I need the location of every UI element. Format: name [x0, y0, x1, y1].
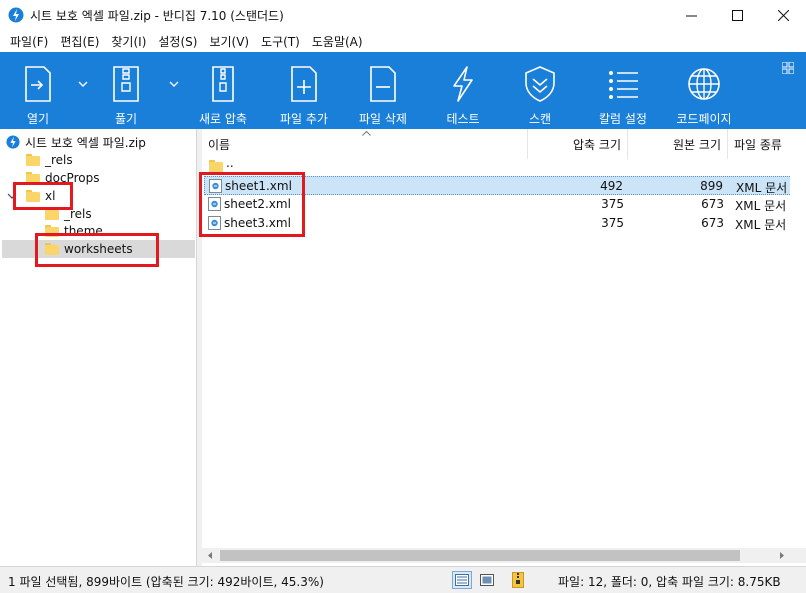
- close-icon: [777, 9, 789, 21]
- archive-info-button[interactable]: [508, 571, 528, 589]
- file-compressed-size: 375: [601, 197, 624, 211]
- list-columns-icon: [609, 71, 638, 99]
- horizontal-scrollbar[interactable]: [202, 548, 790, 563]
- selection-status: 1 파일 선택됨, 899바이트 (압축된 크기: 492바이트, 45.3%): [8, 575, 324, 589]
- zip-file-icon: [512, 572, 524, 588]
- file-type: XML 문서: [735, 199, 787, 213]
- menu-view[interactable]: 보기(V): [203, 33, 255, 50]
- scroll-right-icon[interactable]: [777, 551, 786, 560]
- close-button[interactable]: [760, 0, 806, 30]
- open-archive-icon: [25, 66, 51, 102]
- extract-button[interactable]: 풀기: [104, 52, 148, 129]
- add-file-label: 파일 추가: [280, 112, 328, 126]
- scroll-left-icon[interactable]: [206, 551, 215, 560]
- chevron-down-icon[interactable]: [78, 80, 88, 88]
- file-type: XML 문서: [735, 218, 787, 232]
- delete-file-button[interactable]: 파일 삭제: [353, 52, 413, 129]
- toolbar: 열기 풀기 새로 압축 파일 추가 파일 삭제 테스트 스캔 칼럼 설정 코드페…: [0, 52, 806, 129]
- details-view-button[interactable]: [452, 571, 472, 589]
- test-label: 테스트: [446, 112, 480, 126]
- list-view-icon: [455, 574, 469, 586]
- delete-file-icon: [370, 66, 396, 102]
- minimize-icon: [685, 15, 697, 16]
- globe-icon: [688, 68, 720, 100]
- file-original-size: 673: [701, 216, 724, 230]
- title-bar: 시트 보호 엑셀 파일.zip - 반디집 7.10 (스탠더드): [0, 0, 806, 30]
- add-file-icon: [291, 66, 317, 102]
- archive-status: 파일: 12, 폴더: 0, 압축 파일 크기: 8.75KB: [558, 575, 781, 589]
- thumbnail-view-button[interactable]: [477, 571, 497, 589]
- view-grid-icon[interactable]: [782, 62, 794, 74]
- column-header-type[interactable]: 파일 종류: [728, 129, 790, 159]
- codepage-button[interactable]: 코드페이지: [672, 52, 736, 129]
- scan-button[interactable]: 스캔: [518, 52, 562, 129]
- tree-root-label: 시트 보호 엑셀 파일.zip: [25, 135, 146, 150]
- menu-tools[interactable]: 도구(T): [255, 33, 306, 50]
- scan-label: 스캔: [528, 112, 552, 126]
- new-archive-icon: [212, 66, 234, 102]
- test-button[interactable]: 테스트: [441, 52, 485, 129]
- scrollbar-corner: [790, 548, 806, 563]
- folder-icon: [26, 154, 40, 166]
- file-compressed-size: 375: [601, 216, 624, 230]
- column-header-compressed[interactable]: 압축 크기: [528, 129, 628, 159]
- open-label: 열기: [26, 112, 50, 126]
- tree-item-label: _rels: [45, 153, 73, 167]
- menu-settings[interactable]: 설정(S): [152, 33, 203, 50]
- bandizip-app-icon: [8, 7, 24, 23]
- file-type: XML 문서: [736, 181, 788, 195]
- tree-root[interactable]: 시트 보호 엑셀 파일.zip: [6, 133, 146, 151]
- vertical-scrollbar[interactable]: [790, 129, 806, 549]
- parent-folder-label: ..: [226, 156, 234, 170]
- minimize-button[interactable]: [668, 0, 714, 30]
- shield-icon: [525, 66, 555, 102]
- column-type-label: 파일 종류: [734, 137, 782, 152]
- maximize-button[interactable]: [714, 0, 760, 30]
- column-original-label: 원본 크기: [673, 137, 721, 152]
- maximize-icon: [731, 9, 743, 21]
- menu-help[interactable]: 도움말(A): [306, 33, 369, 50]
- file-compressed-size: 492: [600, 179, 623, 193]
- image-view-icon: [480, 574, 494, 586]
- folder-icon: [209, 160, 223, 172]
- menu-file[interactable]: 파일(F): [4, 33, 54, 50]
- menu-bar: 파일(F) 편집(E) 찾기(I) 설정(S) 보기(V) 도구(T) 도움말(…: [0, 30, 806, 52]
- column-header-original[interactable]: 원본 크기: [628, 129, 728, 159]
- highlight-box-sheets: [199, 172, 305, 237]
- column-settings-label: 칼럼 설정: [599, 112, 647, 126]
- new-archive-label: 새로 압축: [199, 112, 247, 126]
- add-file-button[interactable]: 파일 추가: [274, 52, 334, 129]
- menu-find[interactable]: 찾기(I): [105, 33, 152, 50]
- bandizip-archive-icon: [6, 135, 20, 149]
- tree-item-rels[interactable]: _rels: [26, 151, 73, 169]
- sort-ascending-icon: [362, 131, 371, 136]
- highlight-box-worksheets: [35, 233, 159, 267]
- window-title: 시트 보호 엑셀 파일.zip - 반디집 7.10 (스탠더드): [30, 8, 284, 23]
- chevron-down-icon[interactable]: [169, 80, 179, 88]
- extract-zip-icon: [113, 66, 139, 102]
- status-bar: 1 파일 선택됨, 899바이트 (압축된 크기: 492바이트, 45.3%)…: [0, 566, 806, 593]
- menu-edit[interactable]: 편집(E): [54, 33, 105, 50]
- file-original-size: 673: [701, 197, 724, 211]
- column-settings-button[interactable]: 칼럼 설정: [593, 52, 653, 129]
- highlight-box-xl: [13, 182, 73, 210]
- lightning-icon: [453, 66, 473, 102]
- horizontal-scroll-thumb[interactable]: [220, 550, 740, 561]
- new-archive-button[interactable]: 새로 압축: [193, 52, 253, 129]
- column-compressed-label: 압축 크기: [573, 137, 621, 152]
- file-original-size: 899: [700, 179, 723, 193]
- delete-file-label: 파일 삭제: [359, 112, 407, 126]
- extract-label: 풀기: [114, 112, 138, 126]
- column-name-label: 이름: [208, 137, 231, 152]
- codepage-label: 코드페이지: [676, 112, 732, 126]
- open-button[interactable]: 열기: [16, 52, 60, 129]
